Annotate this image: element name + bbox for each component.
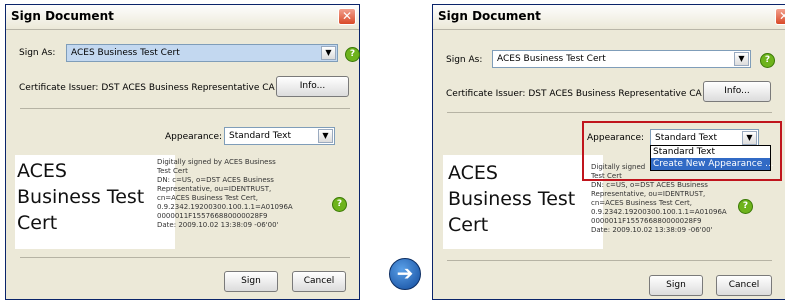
chevron-down-icon[interactable]: ▼ (321, 46, 336, 60)
sign-as-select[interactable]: ACES Business Test Cert ▼ (492, 50, 751, 68)
divider (447, 112, 772, 113)
help-icon[interactable]: ? (345, 47, 360, 62)
cancel-button[interactable]: Cancel (292, 271, 346, 292)
detail-line: Date: 2009.10.02 13:38:09 -06'00' (591, 226, 713, 234)
help-icon[interactable]: ? (760, 53, 775, 68)
highlight-box (582, 121, 782, 181)
preview-name-line: Cert (448, 214, 489, 236)
detail-line: Representative, ou=IDENTRUST, (157, 185, 272, 193)
help-icon[interactable]: ? (738, 199, 753, 214)
preview-name-line: Business Test (17, 186, 145, 208)
detail-line: Representative, ou=IDENTRUST, (591, 190, 706, 198)
sign-as-value: ACES Business Test Cert (497, 54, 606, 64)
detail-line: 0.9.2342.19200300.100.1.1=A01096A (157, 203, 293, 211)
detail-line: DN: c=US, o=DST ACES Business (157, 176, 274, 184)
arrow-right-icon: ➔ (389, 258, 421, 290)
certificate-issuer: Certificate Issuer: DST ACES Business Re… (446, 89, 717, 99)
sign-document-dialog-before: Sign Document ✕ Sign As: ACES Business T… (5, 4, 360, 300)
signature-preview: ACES Business Test Cert (443, 155, 603, 249)
preview-details: Digitally signed by ACES Business Test C… (157, 158, 293, 230)
close-icon[interactable]: ✕ (775, 8, 785, 25)
detail-line: Test Cert (157, 167, 188, 175)
detail-line: 0000011F155766880000028F9 (157, 212, 268, 220)
detail-line: Date: 2009.10.02 13:38:09 -06'00' (157, 221, 279, 229)
divider (20, 257, 350, 258)
divider (20, 108, 350, 109)
info-button[interactable]: Info... (276, 76, 349, 97)
sign-as-value: ACES Business Test Cert (71, 48, 180, 58)
title-bar: Sign Document ✕ (6, 5, 359, 30)
preview-name-line: ACES (17, 160, 67, 182)
detail-line: cn=ACES Business Test Cert, (157, 194, 258, 202)
dialog-title: Sign Document (11, 9, 114, 23)
certificate-issuer: Certificate Issuer: DST ACES Business Re… (19, 83, 290, 93)
title-bar: Sign Document ✕ (433, 5, 785, 30)
preview-name-line: Business Test (448, 188, 576, 210)
appearance-label: Appearance: (165, 132, 223, 142)
sign-as-select[interactable]: ACES Business Test Cert ▼ (66, 44, 338, 62)
appearance-value: Standard Text (229, 131, 292, 141)
detail-line: cn=ACES Business Test Cert, (591, 199, 692, 207)
divider (447, 260, 772, 261)
chevron-down-icon[interactable]: ▼ (734, 52, 749, 66)
detail-line: DN: c=US, o=DST ACES Business (591, 181, 708, 189)
detail-line: 0.9.2342.19200300.100.1.1=A01096A (591, 208, 727, 216)
signature-preview: ACES Business Test Cert (15, 155, 175, 249)
sign-as-label: Sign As: (19, 48, 56, 58)
preview-name-line: ACES (448, 162, 498, 184)
close-icon[interactable]: ✕ (338, 8, 356, 25)
sign-button[interactable]: Sign (649, 275, 703, 296)
info-button[interactable]: Info... (703, 81, 771, 102)
appearance-select[interactable]: Standard Text ▼ (224, 127, 335, 145)
sign-as-label: Sign As: (446, 55, 483, 65)
chevron-down-icon[interactable]: ▼ (318, 129, 333, 143)
dialog-title: Sign Document (438, 9, 541, 23)
sign-button[interactable]: Sign (224, 271, 278, 292)
cancel-button[interactable]: Cancel (716, 275, 772, 296)
preview-name-line: Cert (17, 212, 58, 234)
detail-line: Digitally signed by ACES Business (157, 158, 276, 166)
help-icon[interactable]: ? (332, 197, 347, 212)
detail-line: 0000011F155766880000028F9 (591, 217, 702, 225)
